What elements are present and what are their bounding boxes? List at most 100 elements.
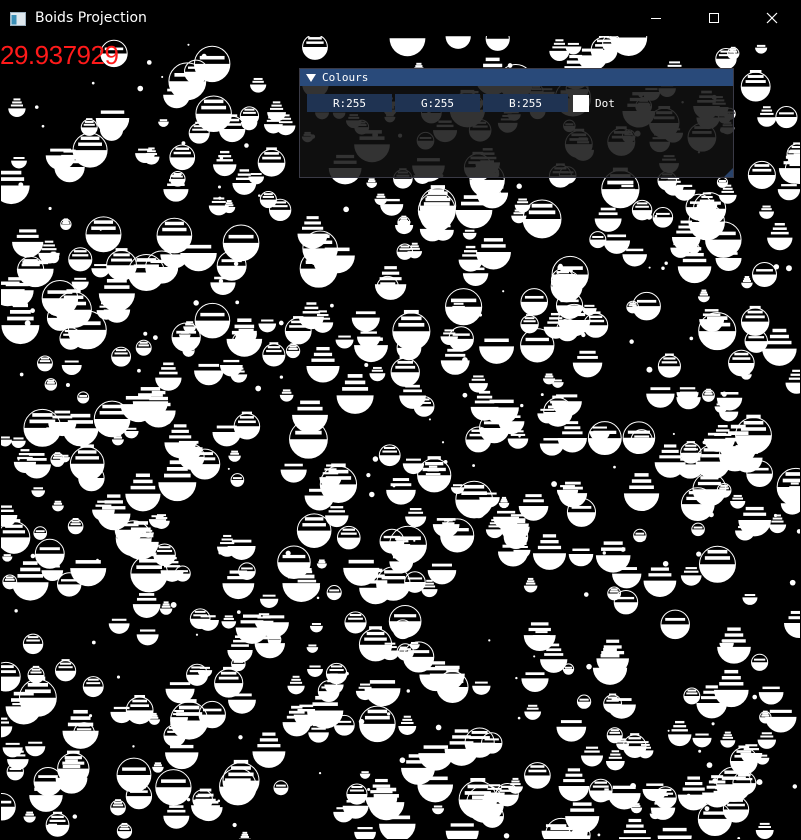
boid: [287, 675, 305, 695]
resize-grip[interactable]: [724, 168, 733, 177]
boid: [2, 574, 18, 590]
boid: [1, 519, 31, 554]
boid: [532, 534, 567, 570]
boid: [359, 771, 371, 779]
boid-dot: [435, 724, 442, 731]
boid: [285, 343, 301, 359]
close-button[interactable]: [743, 0, 801, 36]
boid-dot: [551, 481, 557, 487]
boid: [389, 38, 426, 57]
boid-dot: [316, 596, 320, 600]
boid-dot: [392, 484, 396, 488]
boid: [23, 408, 62, 447]
green-channel-field[interactable]: G:255: [395, 94, 480, 112]
minimize-icon: [651, 18, 661, 19]
boid: [622, 421, 656, 455]
boid: [732, 771, 757, 796]
boid-dot: [516, 183, 522, 189]
boid-dot: [217, 185, 221, 189]
boid-dot: [581, 332, 586, 338]
boid-dot: [91, 640, 96, 645]
boid: [22, 453, 51, 479]
boid: [155, 362, 182, 391]
color-swatch[interactable]: [573, 94, 589, 112]
boid: [605, 750, 625, 771]
boid-dot: [238, 735, 243, 740]
boid: [755, 822, 774, 839]
boid-dot: [443, 459, 448, 464]
boid: [768, 514, 787, 534]
boid: [258, 319, 277, 333]
boid: [683, 687, 701, 705]
boid-dot: [91, 81, 95, 85]
boid-dot: [595, 59, 602, 65]
boid: [740, 305, 770, 336]
boid-dot: [116, 675, 121, 679]
boid: [37, 355, 53, 372]
boid: [1, 170, 30, 204]
boid-dot: [232, 822, 237, 828]
boid-dot: [784, 120, 790, 127]
boid-dot: [30, 553, 36, 559]
boid-dot: [279, 375, 284, 379]
boid: [252, 732, 286, 768]
boid: [523, 577, 538, 593]
fps-counter: 29.937929: [0, 40, 119, 70]
boid-dot: [478, 313, 483, 317]
boid: [262, 342, 286, 367]
boid-dot: [369, 491, 375, 498]
boid: [11, 157, 27, 169]
boid-dot: [502, 290, 505, 293]
boid-dot: [503, 833, 510, 839]
maximize-button[interactable]: [685, 0, 743, 36]
boid-dot: [654, 214, 658, 218]
boid: [518, 494, 549, 521]
boid: [22, 633, 44, 655]
boid: [336, 525, 361, 550]
boid: [259, 594, 279, 608]
boid: [214, 666, 244, 698]
boid: [692, 733, 712, 748]
boid: [238, 562, 256, 580]
maximize-icon: [709, 13, 719, 23]
boid-dot: [278, 320, 284, 326]
boid: [740, 70, 771, 102]
boid: [194, 363, 224, 386]
boid-dot: [672, 432, 675, 435]
minimize-button[interactable]: [627, 0, 685, 36]
boid: [757, 106, 777, 127]
boid: [257, 147, 286, 177]
collapse-arrow-icon[interactable]: [306, 73, 316, 82]
boid: [82, 676, 104, 698]
title-bar[interactable]: Boids Projection: [0, 0, 801, 36]
boid: [366, 178, 378, 188]
boid: [668, 720, 692, 747]
boid: [556, 720, 587, 742]
red-channel-field[interactable]: R:255: [307, 94, 392, 112]
boid-dot: [146, 60, 152, 65]
colours-panel[interactable]: Colours R:255 G:255 B:255 Dot: [299, 68, 734, 178]
boid-dot: [773, 264, 780, 270]
boid-dot: [664, 261, 668, 265]
blue-channel-field[interactable]: B:255: [483, 94, 568, 112]
boid-dot: [218, 279, 224, 284]
boid-dot: [48, 206, 52, 211]
boid-dot: [406, 689, 410, 693]
boid: [307, 665, 323, 678]
boid-dot: [517, 716, 521, 720]
app-window: Boids Projection 29.937929 Colours R:255…: [0, 0, 801, 840]
boid: [135, 339, 152, 356]
boid: [194, 302, 231, 339]
boid: [238, 831, 251, 839]
boid-dot: [441, 441, 445, 444]
boid: [747, 160, 776, 189]
colours-panel-header[interactable]: Colours: [300, 69, 733, 86]
boid-dot: [343, 206, 349, 213]
boid-dot: [597, 833, 601, 837]
boid: [31, 487, 46, 498]
boid: [302, 36, 328, 60]
boid: [562, 663, 575, 675]
boid: [73, 722, 95, 744]
boid: [67, 518, 84, 535]
boid: [643, 567, 677, 597]
